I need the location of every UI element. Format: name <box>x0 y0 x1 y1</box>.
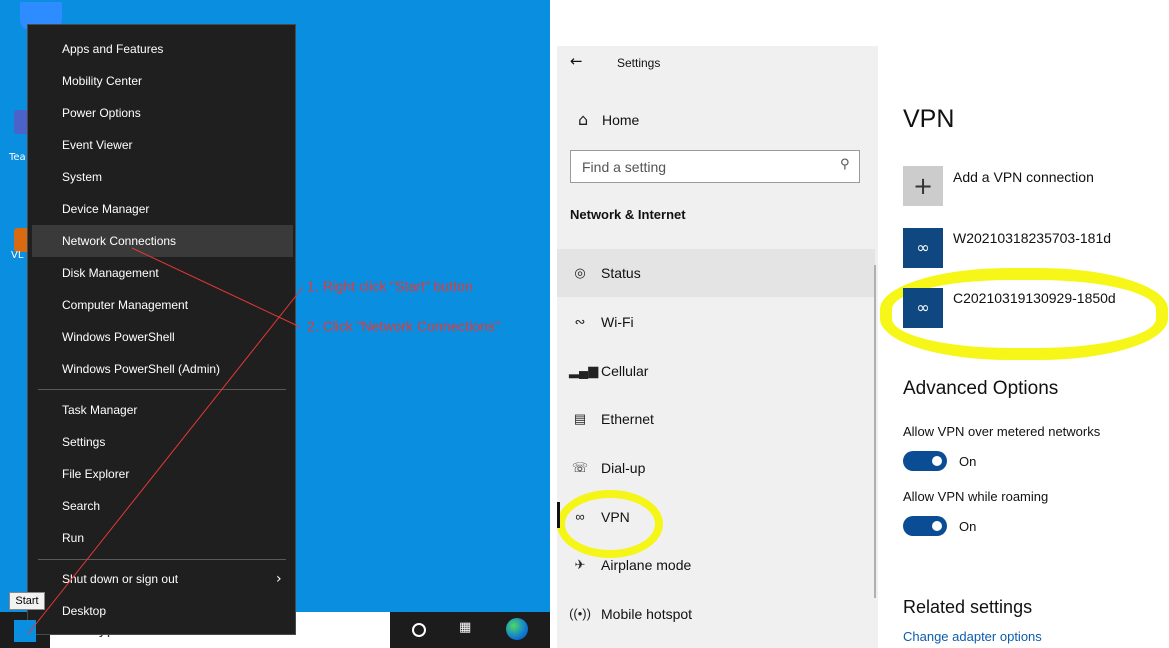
annotation-step-2: 2. Click "Network Connections" <box>307 318 500 334</box>
nav-item-label: Dial-up <box>601 460 646 476</box>
hotspot-icon: ((•)) <box>569 606 591 621</box>
nav-item-mobile-hotspot[interactable]: ((•)) Mobile hotspot <box>557 591 875 637</box>
metered-toggle[interactable] <box>903 451 947 471</box>
globe-icon: ◎ <box>574 265 586 280</box>
metered-option-label: Allow VPN over metered networks <box>903 424 1101 439</box>
change-adapter-options-link[interactable]: Change adapter options <box>903 629 1042 644</box>
vpn-icon: ∞ <box>575 509 585 524</box>
nav-item-label: Status <box>601 265 641 281</box>
nav-item-cellular[interactable]: ▂▄▆ Cellular <box>557 348 875 394</box>
page-title: VPN <box>903 105 955 133</box>
cellular-icon: ▂▄▆ <box>569 363 599 378</box>
nav-item-label: Airplane mode <box>601 557 692 573</box>
nav-item-status[interactable]: ◎ Status <box>557 250 875 296</box>
nav-item-wifi[interactable]: ∾ Wi-Fi <box>557 299 875 345</box>
section-title: Network & Internet <box>570 207 686 222</box>
plus-icon: + <box>912 172 934 200</box>
nav-item-label: VPN <box>601 509 630 525</box>
advanced-options-title: Advanced Options <box>903 378 1059 399</box>
vpn-connection-name[interactable]: C20210319130929-1850d <box>953 290 1116 306</box>
roaming-toggle-state: On <box>959 519 977 534</box>
nav-item-label: Wi-Fi <box>601 314 634 330</box>
nav-item-dial-up[interactable]: ☏ Dial-up <box>557 445 875 491</box>
vpn-connection-icon[interactable]: ∞ <box>903 288 943 328</box>
metered-toggle-state: On <box>959 454 977 469</box>
roaming-toggle[interactable] <box>903 516 947 536</box>
find-setting-placeholder: Find a setting <box>582 159 667 175</box>
desktop-screenshot: Tea VL Type here to search ▦ Apps and Fe… <box>0 0 550 648</box>
vpn-connection-name[interactable]: W20210318235703-181d <box>953 230 1111 246</box>
nav-item-vpn[interactable]: ∞ VPN <box>557 494 875 540</box>
related-settings-title: Related settings <box>903 597 1033 617</box>
wifi-icon: ∾ <box>574 314 586 329</box>
back-arrow-icon[interactable]: ← <box>570 52 583 70</box>
nav-item-airplane-mode[interactable]: ✈ Airplane mode <box>557 542 875 588</box>
annotation-line-network <box>131 247 301 328</box>
window-title: Settings <box>617 56 661 70</box>
airplane-icon: ✈ <box>574 557 586 572</box>
annotation-step-1: 1. Right click "Start" button <box>307 278 473 294</box>
nav-item-label: Ethernet <box>601 411 654 427</box>
home-icon: ⌂ <box>578 110 589 129</box>
dialup-icon: ☏ <box>571 460 589 475</box>
add-vpn-label[interactable]: Add a VPN connection <box>953 169 1094 185</box>
search-icon: ⚲ <box>840 157 850 172</box>
nav-item-ethernet[interactable]: ▤ Ethernet <box>557 396 875 442</box>
annotation-line-start <box>27 286 304 635</box>
add-vpn-button[interactable]: + <box>903 166 943 206</box>
nav-item-label: Mobile hotspot <box>601 606 693 622</box>
roaming-option-label: Allow VPN while roaming <box>903 489 1049 504</box>
vpn-connection-icon[interactable]: ∞ <box>903 228 943 268</box>
nav-item-label: Cellular <box>601 363 649 379</box>
ethernet-icon: ▤ <box>573 411 587 426</box>
nav-home[interactable]: Home <box>602 112 639 128</box>
